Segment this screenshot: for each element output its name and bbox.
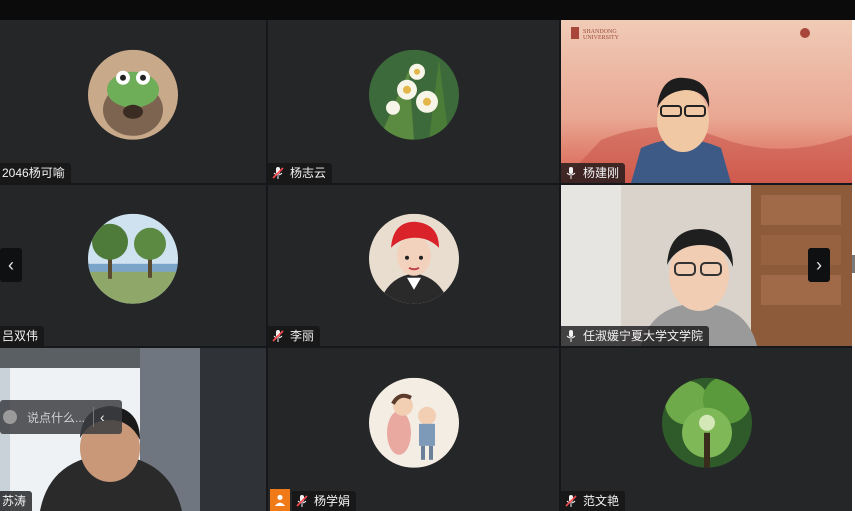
participant-name-text: 杨志云	[290, 166, 327, 180]
mic-icon	[565, 166, 577, 180]
chat-input[interactable]: 说点什么... ‹	[0, 400, 122, 434]
collapse-chevron-icon[interactable]: ‹	[100, 409, 105, 425]
mic-muted-icon	[565, 494, 577, 508]
mic-muted-icon	[272, 166, 284, 180]
participant-name-text: 苏涛	[2, 494, 27, 508]
participant-tile-8[interactable]: 杨学娟	[268, 348, 559, 511]
video-feed: SHANDONG UNIVERSITY	[561, 20, 852, 183]
svg-text:UNIVERSITY: UNIVERSITY	[583, 35, 620, 41]
avatar	[368, 49, 459, 140]
chat-placeholder: 说点什么...	[27, 410, 86, 425]
participant-name-text: 李丽	[290, 329, 315, 343]
participant-name-text: 吕双伟	[2, 329, 39, 343]
prev-page-button[interactable]: ‹	[0, 248, 22, 282]
participant-name-text: 杨学娟	[314, 494, 351, 508]
participant-name: 范文艳	[561, 491, 626, 511]
mic-muted-icon	[296, 494, 308, 508]
participant-name: 吕双伟	[0, 326, 45, 346]
emoji-icon[interactable]	[3, 410, 17, 424]
host-badge-icon	[270, 489, 290, 511]
participant-name: 杨学娟	[292, 491, 357, 511]
participant-name-text: 任淑媛宁夏大学文学院	[583, 329, 704, 343]
participant-tile-5[interactable]: 李丽	[268, 185, 559, 346]
divider	[93, 407, 95, 427]
participant-tile-9[interactable]: 范文艳	[561, 348, 852, 511]
participant-tile-4[interactable]: 吕双伟	[0, 185, 266, 346]
participant-name-text: 杨建刚	[583, 166, 620, 180]
top-bar	[0, 0, 855, 20]
avatar	[368, 377, 459, 468]
mic-icon	[565, 329, 577, 343]
avatar	[88, 213, 178, 304]
participant-name: 任淑媛宁夏大学文学院	[561, 326, 710, 346]
participant-name: 苏涛	[0, 491, 33, 511]
avatar	[661, 377, 752, 468]
participant-name: 李丽	[268, 326, 321, 346]
participant-name: 杨建刚	[561, 163, 626, 183]
avatar	[88, 49, 178, 140]
mic-muted-icon	[272, 329, 284, 343]
participant-name: 杨志云	[268, 163, 333, 183]
participant-name-text: 范文艳	[583, 494, 620, 508]
video-grid: 2046杨可喻 杨志云 SHANDONG UNIVERSITY 杨建刚 吕双伟 …	[0, 20, 852, 511]
participant-tile-1[interactable]: 2046杨可喻	[0, 20, 266, 183]
participant-name: 2046杨可喻	[0, 163, 71, 183]
avatar	[368, 213, 459, 304]
participant-name-text: 2046杨可喻	[2, 166, 65, 180]
chevron-right-icon: ›	[816, 254, 822, 275]
next-page-button[interactable]: ›	[808, 248, 830, 282]
participant-tile-2[interactable]: 杨志云	[268, 20, 559, 183]
participant-tile-3[interactable]: SHANDONG UNIVERSITY 杨建刚	[561, 20, 852, 183]
chevron-left-icon: ‹	[8, 254, 14, 275]
